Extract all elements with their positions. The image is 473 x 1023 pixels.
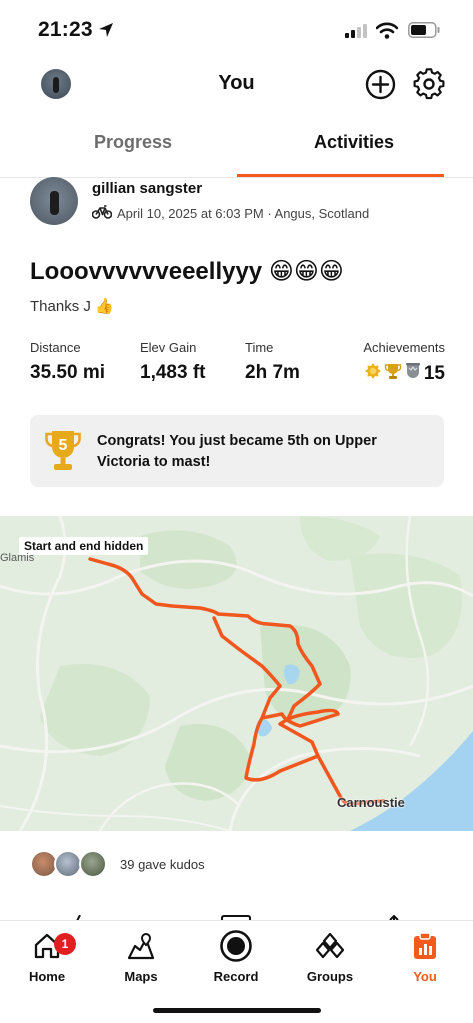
activity-date-location: April 10, 2025 at 6:03 PM · Angus, Scotl… [117, 206, 370, 221]
trophy-rank-number: 5 [59, 437, 68, 454]
signal-icon [345, 24, 369, 43]
tab-home[interactable]: Home 1 [7, 929, 87, 984]
stat-elev-label: Elev Gain [140, 340, 197, 355]
stat-achievements[interactable]: Achievements 15 [355, 340, 445, 386]
status-bar: 21:23 [0, 0, 473, 58]
tab-progress[interactable]: Progress [15, 132, 251, 153]
kudos-avatar [79, 850, 107, 878]
start-end-hidden-label: Start and end hidden [19, 537, 149, 555]
map-place-glamis: Glamis [0, 552, 35, 564]
location-arrow-icon [98, 22, 114, 43]
stat-achievements-value: 15 [423, 363, 445, 384]
notification-badge: 1 [54, 933, 76, 955]
stat-distance: Distance 35.50 mi [30, 340, 105, 384]
map-place-carnoustie: Carnoustie [337, 795, 405, 810]
status-time: 21:23 [38, 18, 93, 41]
app-header: You [0, 58, 473, 110]
achievement-banner-text: Congrats! You just became 5th on Upper V… [97, 433, 377, 470]
activity-description: Thanks J 👍 [30, 298, 114, 315]
add-circle-icon[interactable] [365, 69, 396, 105]
stat-distance-label: Distance [30, 340, 81, 355]
stat-time-label: Time [245, 340, 274, 355]
trophy-rank-icon: 5 [44, 429, 82, 478]
stat-elev-value: 1,483 ft [140, 362, 206, 383]
kudos-count: 39 gave kudos [120, 857, 205, 872]
tab-activities[interactable]: Activities [236, 132, 472, 153]
tab-maps[interactable]: Maps [101, 929, 181, 984]
stat-distance-value: 35.50 mi [30, 362, 105, 383]
achievement-banner[interactable]: 5 Congrats! You just became 5th on Upper… [30, 415, 444, 487]
tab-record-label: Record [213, 969, 259, 984]
medal-icon [364, 362, 382, 386]
stat-time: Time 2h 7m [245, 340, 300, 384]
stat-achievements-label: Achievements [363, 340, 445, 355]
kom-crown-icon [404, 362, 422, 386]
home-indicator[interactable] [153, 1008, 321, 1013]
activity-title[interactable]: Looovvvvvveeellyyy 😁😁😁 [30, 257, 344, 286]
tab-active-indicator [237, 174, 444, 177]
kudos-row[interactable]: 39 gave kudos [30, 848, 450, 880]
groups-icon [315, 932, 345, 959]
record-icon [220, 930, 252, 962]
tab-home-label: Home [28, 969, 66, 984]
gear-icon[interactable] [413, 68, 445, 105]
segment-tabs: Progress Activities [0, 120, 473, 178]
page-title: You [218, 72, 255, 94]
stat-elev-gain: Elev Gain 1,483 ft [140, 340, 205, 384]
tab-groups-label: Groups [306, 969, 354, 984]
route-map[interactable]: Start and end hidden Glamis Carnoustie [0, 516, 473, 831]
bike-icon [91, 205, 113, 222]
map-canvas [0, 516, 473, 831]
athlete-avatar[interactable] [30, 177, 78, 225]
trophy-icon [384, 362, 402, 386]
tab-record[interactable]: Record [196, 929, 276, 984]
you-icon [414, 932, 436, 959]
maps-icon [127, 932, 155, 960]
tab-you[interactable]: You [385, 929, 465, 984]
tab-you-label: You [413, 969, 437, 984]
stat-time-value: 2h 7m [245, 362, 300, 383]
kudos-avatar [54, 850, 82, 878]
tab-groups[interactable]: Groups [290, 929, 370, 984]
athlete-name[interactable]: gillian sangster [92, 180, 202, 197]
activity-meta: April 10, 2025 at 6:03 PM · Angus, Scotl… [91, 205, 370, 222]
tab-maps-label: Maps [124, 969, 158, 984]
wifi-icon [375, 22, 399, 44]
battery-icon [408, 22, 440, 43]
